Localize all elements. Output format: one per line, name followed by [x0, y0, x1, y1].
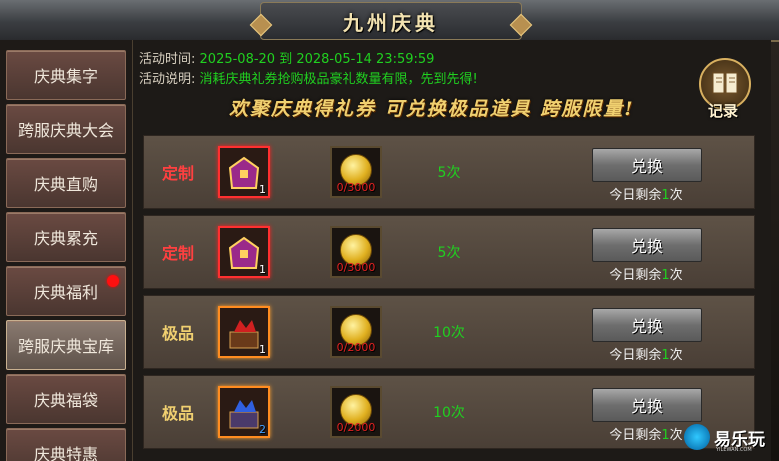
sidebar-item-label: 庆典直购 [33, 175, 98, 194]
diamond-ornament-icon [249, 13, 273, 37]
sidebar-item-collect-words[interactable]: 庆典集字 [6, 50, 126, 100]
sidebar-item-label: 庆典特惠 [33, 445, 98, 461]
exchange-row: 定制 1 0/3000 5次 兑换 今日剩余1次 [143, 215, 755, 289]
item-count: 1 [259, 343, 266, 356]
remain-prefix: 今日剩余 [609, 268, 662, 283]
main-panel: 活动时间: 2025-08-20 到 2028-05-14 23:59:59 活… [133, 40, 771, 461]
exchange-button[interactable]: 兑换 [592, 388, 702, 422]
exchange-limit: 5次 [437, 165, 461, 181]
remaining-today: 今日剩余1次 [592, 264, 700, 283]
remain-prefix: 今日剩余 [609, 428, 662, 443]
cost-slot[interactable]: 0/2000 [330, 386, 382, 438]
window-title: 九州庆典 [343, 10, 439, 35]
cost-slot[interactable]: 0/3000 [330, 146, 382, 198]
cost-text: 0/3000 [336, 181, 376, 194]
red-gem-chest-icon[interactable]: 1 [218, 306, 270, 358]
activity-time-value: 2025-08-20 到 2028-05-14 23:59:59 [199, 52, 435, 67]
cost-text: 0/2000 [336, 341, 376, 354]
sidebar-item-cumulative-recharge[interactable]: 庆典累充 [6, 212, 126, 262]
exchange-row: 极品 1 0/2000 10次 兑换 今日剩余1次 [143, 295, 755, 369]
remain-suffix: 次 [669, 188, 683, 203]
cost-slot[interactable]: 0/3000 [330, 226, 382, 278]
title-plate: 九州庆典 [249, 2, 533, 40]
sidebar-item-label: 庆典集字 [33, 67, 98, 86]
row-tag: 定制 [162, 164, 195, 183]
remain-number: 1 [661, 188, 670, 203]
remain-suffix: 次 [669, 428, 683, 443]
remain-number: 1 [661, 348, 670, 363]
item-count: 1 [259, 183, 266, 196]
blue-gem-chest-icon[interactable]: 2 [218, 386, 270, 438]
event-banner: 欢聚庆典得礼券 可兑换极品道具 跨服限量! [229, 98, 635, 120]
remain-number: 1 [661, 268, 670, 283]
remaining-today: 今日剩余1次 [592, 184, 700, 203]
sidebar-item-lucky-bag[interactable]: 庆典福袋 [6, 374, 126, 424]
activity-description: 活动说明: 消耗庆典礼券抢购极品豪礼数量有限，先到先得! [139, 68, 478, 87]
sidebar-item-special-offer[interactable]: 庆典特惠 [6, 428, 126, 461]
activity-desc-value: 消耗庆典礼券抢购极品豪礼数量有限，先到先得! [199, 72, 478, 87]
remain-number: 1 [661, 428, 670, 443]
cost-slot[interactable]: 0/2000 [330, 306, 382, 358]
remain-prefix: 今日剩余 [609, 188, 662, 203]
sidebar: 庆典集字 跨服庆典大会 庆典直购 庆典累充 庆典福利 跨服庆典宝库 庆典福袋 庆… [0, 40, 134, 461]
row-tag: 极品 [162, 404, 195, 423]
sidebar-item-direct-buy[interactable]: 庆典直购 [6, 158, 126, 208]
activity-time: 活动时间: 2025-08-20 到 2028-05-14 23:59:59 [139, 48, 434, 67]
row-tag: 极品 [162, 324, 195, 343]
record-button[interactable]: 记录 [697, 58, 751, 124]
site-watermark: 易乐玩 YILEWAN.COM [684, 420, 774, 454]
exchange-limit: 5次 [437, 245, 461, 261]
diamond-ornament-icon [509, 13, 533, 37]
sidebar-item-cross-server-event[interactable]: 跨服庆典大会 [6, 104, 126, 154]
exchange-row: 极品 2 0/2000 10次 兑换 今日剩余1次 [143, 375, 755, 449]
sidebar-item-label: 庆典累充 [33, 229, 98, 248]
sidebar-item-welfare[interactable]: 庆典福利 [6, 266, 126, 316]
title-bar: 九州庆典 [0, 0, 779, 42]
watermark-text: 易乐玩 [714, 429, 765, 450]
item-count: 2 [259, 423, 266, 436]
item-count: 1 [259, 263, 266, 276]
purple-chest-icon[interactable]: 1 [218, 146, 270, 198]
exchange-button[interactable]: 兑换 [592, 228, 702, 262]
site-logo-icon [684, 424, 710, 450]
notification-dot-icon [107, 275, 119, 287]
exchange-row: 定制 1 0/3000 5次 兑换 今日剩余1次 [143, 135, 755, 209]
sidebar-item-treasury[interactable]: 跨服庆典宝库 [6, 320, 126, 370]
exchange-limit: 10次 [433, 405, 465, 421]
record-label: 记录 [707, 102, 738, 120]
remain-prefix: 今日剩余 [609, 348, 662, 363]
cost-text: 0/3000 [336, 261, 376, 274]
exchange-button[interactable]: 兑换 [592, 148, 702, 182]
game-window: 九州庆典 庆典集字 跨服庆典大会 庆典直购 庆典累充 庆典福利 跨服庆典宝库 庆… [0, 0, 779, 461]
activity-time-label: 活动时间: [139, 52, 196, 67]
row-tag: 定制 [162, 244, 195, 263]
remaining-today: 今日剩余1次 [592, 344, 700, 363]
sidebar-item-label: 跨服庆典大会 [17, 121, 114, 140]
watermark-subtext: YILEWAN.COM [716, 447, 752, 453]
sidebar-item-label: 跨服庆典宝库 [17, 337, 114, 356]
remain-suffix: 次 [669, 268, 683, 283]
sidebar-item-label: 庆典福利 [33, 283, 98, 302]
exchange-button[interactable]: 兑换 [592, 308, 702, 342]
remain-suffix: 次 [669, 348, 683, 363]
cost-text: 0/2000 [336, 421, 376, 434]
activity-desc-label: 活动说明: [139, 72, 196, 87]
exchange-limit: 10次 [433, 325, 465, 341]
purple-chest-icon[interactable]: 1 [218, 226, 270, 278]
sidebar-item-label: 庆典福袋 [33, 391, 98, 410]
